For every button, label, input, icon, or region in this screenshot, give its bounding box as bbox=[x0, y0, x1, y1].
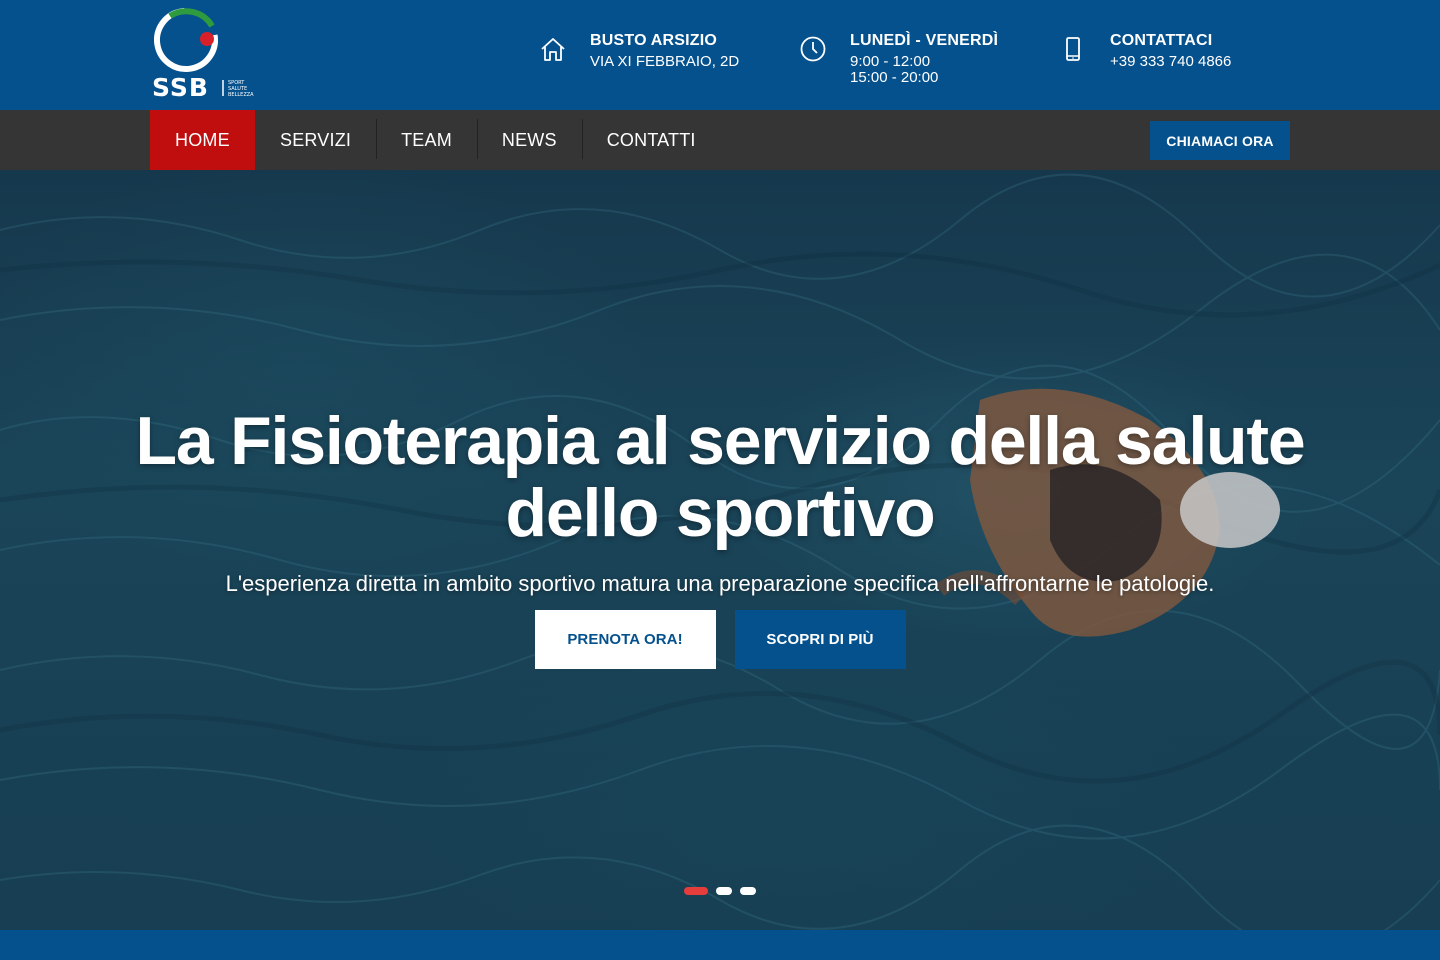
hours-days: LUNEDÌ - VENERDÌ bbox=[850, 32, 999, 49]
address-street: VIA XI FEBBRAIO, 2D bbox=[590, 53, 740, 70]
call-now-button[interactable]: CHIAMACI ORA bbox=[1150, 121, 1290, 160]
nav-item-home[interactable]: HOME bbox=[150, 110, 255, 170]
book-now-button[interactable]: PRENOTA ORA! bbox=[534, 610, 716, 669]
hero-title-line-2: dello sportivo bbox=[505, 475, 935, 551]
logo-wordmark: SSB bbox=[152, 73, 209, 100]
clock-icon bbox=[798, 34, 828, 64]
contact-title: CONTATTACI bbox=[1110, 32, 1213, 49]
top-header: SSB SPORT SALUTE BELLEZZA BUSTO ARSIZIO … bbox=[0, 0, 1440, 110]
nav-item-contatti[interactable]: CONTATTI bbox=[581, 110, 721, 170]
hero-subtitle: L'esperienza diretta in ambito sportivo … bbox=[225, 571, 1215, 596]
site-logo[interactable]: SSB SPORT SALUTE BELLEZZA bbox=[150, 6, 275, 102]
slide-dot-1[interactable] bbox=[684, 887, 708, 895]
address-city: BUSTO ARSIZIO bbox=[590, 32, 718, 49]
mobile-phone-icon bbox=[1058, 34, 1088, 64]
nav-item-team[interactable]: TEAM bbox=[376, 110, 477, 170]
ssb-logo-icon: SSB SPORT SALUTE BELLEZZA bbox=[152, 8, 254, 102]
slider-pagination bbox=[684, 887, 756, 895]
hours-afternoon: 15:00 - 20:00 bbox=[850, 69, 939, 86]
hero-actions: PRENOTA ORA! SCOPRI DI PIÙ bbox=[0, 610, 1440, 669]
hero-text: La Fisioterapia al servizio della salute… bbox=[0, 405, 1440, 597]
main-navbar: HOME SERVIZI TEAM NEWS CONTATTI CHIAMACI… bbox=[0, 110, 1440, 170]
hero-title-line-1: La Fisioterapia al servizio della salute bbox=[135, 403, 1306, 479]
logo-tagline-3: BELLEZZA bbox=[228, 92, 254, 98]
nav-item-news[interactable]: NEWS bbox=[476, 110, 582, 170]
home-icon bbox=[538, 34, 568, 64]
hours-morning: 9:00 - 12:00 bbox=[850, 53, 931, 70]
slide-dot-2[interactable] bbox=[716, 887, 732, 895]
nav-item-servizi[interactable]: SERVIZI bbox=[255, 110, 376, 170]
next-section-strip bbox=[0, 930, 1440, 960]
slide-dot-3[interactable] bbox=[740, 887, 756, 895]
hero-slider: La Fisioterapia al servizio della salute… bbox=[0, 170, 1440, 930]
contact-phone[interactable]: +39 333 740 4866 bbox=[1110, 54, 1231, 70]
learn-more-button[interactable]: SCOPRI DI PIÙ bbox=[734, 610, 906, 669]
nav-menu: HOME SERVIZI TEAM NEWS CONTATTI bbox=[150, 110, 721, 170]
